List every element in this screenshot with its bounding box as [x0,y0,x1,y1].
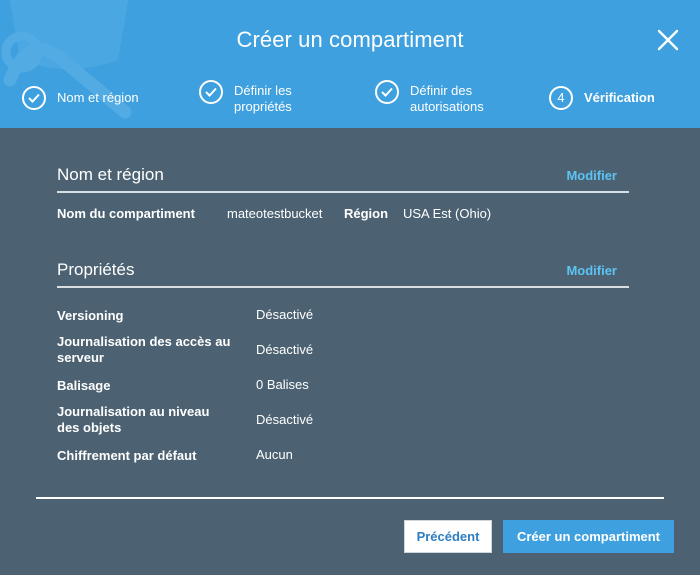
property-value-tagging: 0 Balises [256,377,309,392]
dialog-title: Créer un compartiment [236,27,464,52]
property-key-tagging: Balisage [57,378,111,393]
create-bucket-dialog: Créer un compartiment Nom et région Défi… [0,0,700,575]
close-icon[interactable] [656,28,680,52]
property-value-versioning: Désactivé [256,307,314,322]
step-properties: Définir les propriétés [199,80,292,115]
dialog-header: Créer un compartiment Nom et région Défi… [0,0,700,128]
edit-properties-link[interactable]: Modifier [566,263,617,278]
step-label: Définir les [234,83,292,98]
create-bucket-button[interactable]: Créer un compartiment [503,520,674,553]
section-title-properties: Propriétés [57,260,135,279]
property-value-object-logging: Désactivé [256,412,314,427]
section-divider [57,191,629,193]
section-title-name-region: Nom et région [57,165,164,184]
region-value: USA Est (Ohio) [403,206,492,221]
previous-button[interactable]: Précédent [404,520,492,553]
property-key-default-encryption: Chiffrement par défaut [57,448,197,463]
step-label: propriétés [234,99,292,114]
property-value-server-access-logging: Désactivé [256,342,314,357]
step-label: Définir des [410,83,473,98]
section-divider [57,286,629,288]
bucket-name-value: mateotestbucket [227,206,323,221]
check-icon [375,80,399,104]
footer-divider [36,497,664,499]
property-key-object-logging: Journalisation au niveau des objets [57,404,210,435]
step-label: Nom et région [57,90,139,105]
property-key-versioning: Versioning [57,308,124,323]
step-number: 4 [549,86,573,110]
region-label: Région [344,206,389,221]
step-label: Vérification [584,90,655,105]
step-review: 4 Vérification [549,86,655,110]
check-icon [22,86,46,110]
bucket-name-label: Nom du compartiment [57,206,195,221]
step-label: autorisations [410,99,484,114]
step-name-region: Nom et région [22,86,139,110]
edit-name-region-link[interactable]: Modifier [566,168,617,183]
check-icon [199,80,223,104]
property-key-server-access-logging: Journalisation des accès au serveur [57,334,231,365]
property-value-default-encryption: Aucun [256,447,293,462]
step-permissions: Définir des autorisations [375,80,484,115]
